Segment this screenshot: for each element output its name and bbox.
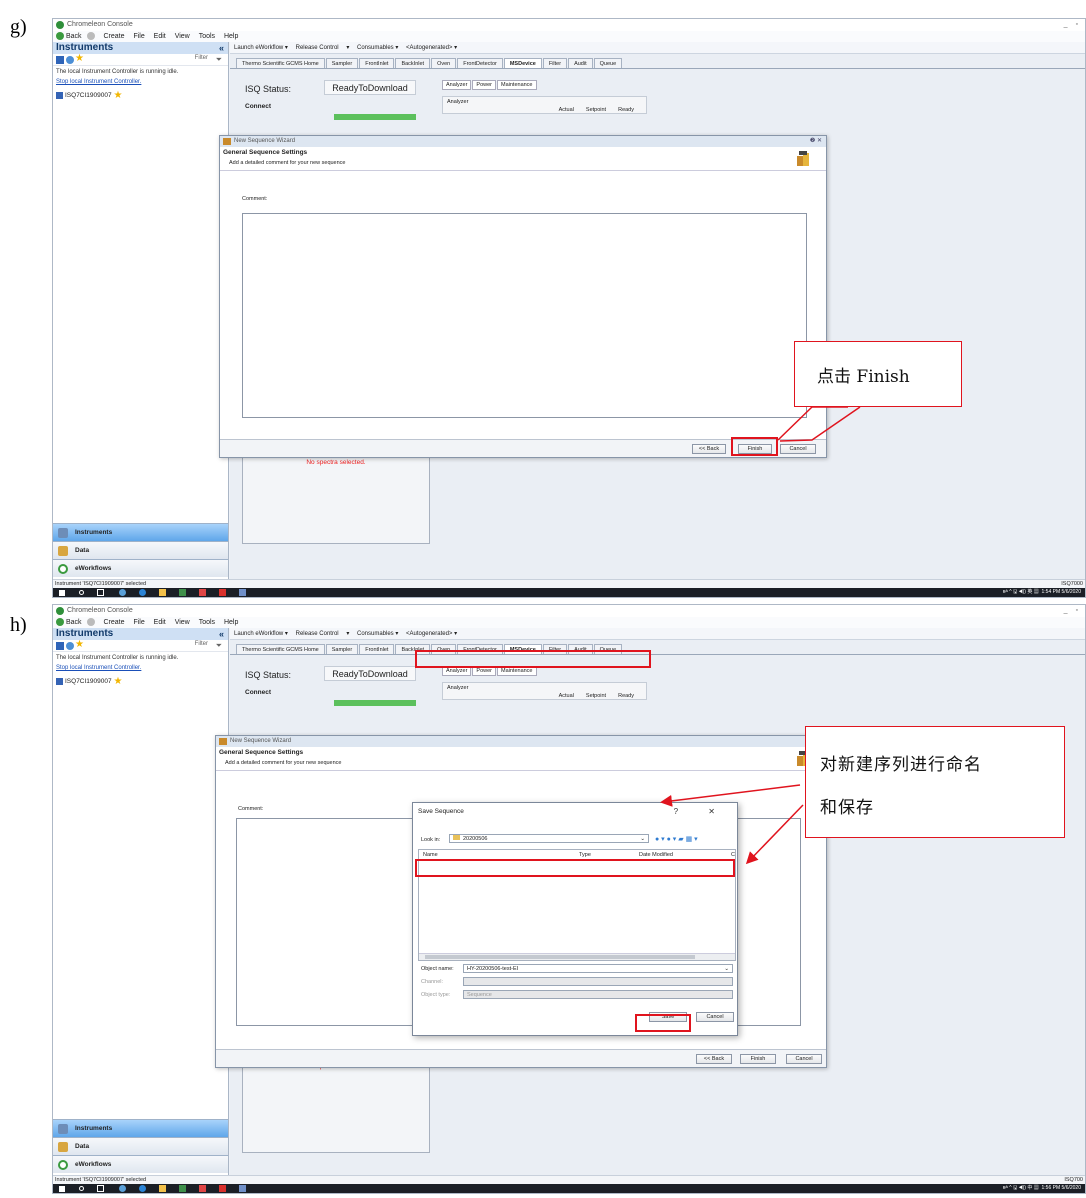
step-h-panel: h) Chromeleon Console _ ▫ Back Create Fi… — [0, 600, 1086, 1198]
step-g-panel: g) Chromeleon Console _ ▫ Back Create Fi… — [0, 0, 1086, 600]
callout-pointer — [777, 406, 861, 442]
callout-arrows — [660, 784, 804, 865]
